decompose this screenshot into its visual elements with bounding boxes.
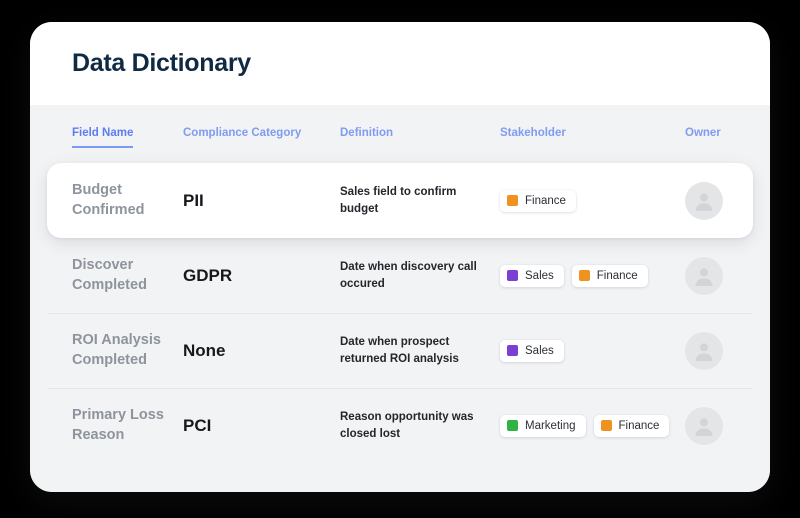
cell-definition: Reason opportunity was closed lost — [340, 410, 474, 440]
cell-stakeholder: Sales — [500, 339, 680, 362]
data-dictionary-table: Field Name Compliance Category Definitio… — [30, 105, 770, 492]
stakeholder-color-swatch-icon — [507, 420, 518, 431]
table-column-headers: Field Name Compliance Category Definitio… — [30, 105, 770, 163]
cell-owner — [685, 406, 745, 445]
stakeholder-tag[interactable]: Sales — [500, 339, 564, 362]
cell-stakeholder: Marketing Finance — [500, 414, 680, 437]
stakeholder-tag-label: Marketing — [525, 419, 576, 432]
card-header: Data Dictionary — [30, 22, 770, 105]
data-dictionary-card: Data Dictionary Field Name Compliance Ca… — [30, 22, 770, 492]
cell-compliance-category: GDPR — [183, 265, 233, 285]
column-header-owner[interactable]: Owner — [685, 127, 721, 139]
cell-field-name: Primary Loss Reason — [72, 406, 164, 443]
table-row[interactable]: Discover Completed GDPR Date when discover… — [30, 238, 770, 313]
avatar-user-icon[interactable] — [685, 256, 723, 295]
screen: Data Dictionary Field Name Compliance Ca… — [0, 0, 800, 518]
stakeholder-tag[interactable]: Finance — [500, 189, 576, 212]
avatar-user-icon[interactable] — [685, 181, 723, 220]
page-title: Data Dictionary — [72, 49, 251, 77]
cell-stakeholder: Sales Finance — [500, 264, 680, 287]
avatar-user-icon[interactable] — [685, 406, 723, 445]
cell-compliance-category: PCI — [183, 415, 212, 435]
stakeholder-tag[interactable]: Finance — [593, 414, 670, 437]
column-header-stakeholder[interactable]: Stakeholder — [500, 127, 566, 139]
avatar-user-icon[interactable] — [685, 331, 723, 370]
table-row[interactable]: Primary Loss Reason PCI Reason opportunity… — [30, 388, 770, 463]
cell-field-name: ROI Analysis Completed — [72, 331, 161, 368]
column-header-field-name[interactable]: Field Name — [72, 127, 134, 148]
stakeholder-color-swatch-icon — [507, 345, 518, 356]
column-header-compliance-category[interactable]: Compliance Category — [183, 127, 301, 139]
column-header-definition[interactable]: Definition — [340, 127, 393, 139]
cell-owner — [685, 331, 745, 370]
cell-owner — [685, 256, 745, 295]
table-body: Budget Confirmed PII Sales field to confir… — [30, 163, 770, 463]
stakeholder-tag[interactable]: Sales — [500, 264, 564, 287]
stakeholder-color-swatch-icon — [507, 270, 518, 281]
stakeholder-tag-label: Finance — [618, 419, 660, 432]
stakeholder-tag[interactable]: Marketing — [500, 414, 586, 437]
cell-field-name: Budget Confirmed — [72, 181, 145, 218]
cell-field-name: Discover Completed — [72, 256, 147, 293]
cell-definition: Sales field to confirm budget — [340, 185, 457, 215]
stakeholder-color-swatch-icon — [578, 270, 590, 281]
stakeholder-color-swatch-icon — [600, 420, 612, 431]
stakeholder-tag-label: Finance — [525, 194, 566, 207]
stakeholder-tag[interactable]: Finance — [571, 264, 648, 287]
cell-definition: Date when discovery call occured — [340, 260, 477, 290]
cell-compliance-category: PII — [183, 190, 204, 210]
cell-stakeholder: Finance — [500, 189, 680, 212]
cell-compliance-category: None — [183, 340, 226, 360]
stakeholder-color-swatch-icon — [507, 195, 518, 206]
table-row[interactable]: ROI Analysis Completed None Date when pros… — [30, 313, 770, 388]
stakeholder-tag-label: Sales — [525, 344, 554, 357]
table-row[interactable]: Budget Confirmed PII Sales field to confir… — [47, 163, 753, 238]
cell-definition: Date when prospect returned ROI analysis — [340, 335, 459, 365]
stakeholder-tag-label: Finance — [596, 269, 638, 282]
stakeholder-tag-label: Sales — [525, 269, 554, 282]
cell-owner — [685, 181, 745, 220]
